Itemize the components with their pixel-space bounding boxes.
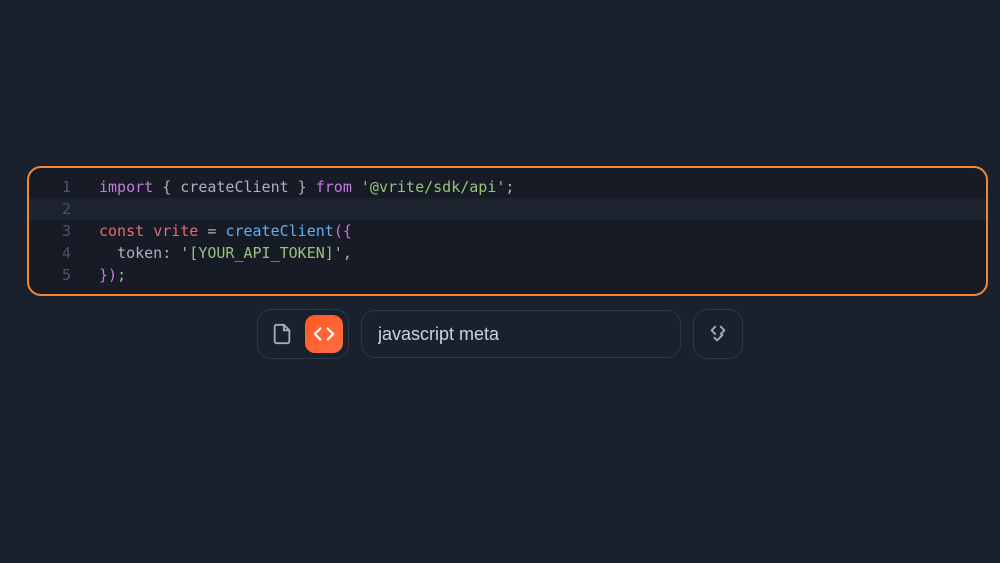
code-check-icon <box>707 323 729 345</box>
language-input[interactable] <box>370 318 672 351</box>
line-number: 1 <box>29 176 99 198</box>
line-number: 2 <box>29 198 99 220</box>
line-text[interactable]: import { createClient } from '@vrite/sdk… <box>99 176 986 198</box>
toolbar-format-group <box>693 309 743 359</box>
language-input-wrap <box>361 310 681 358</box>
line-text[interactable]: const vrite = createClient({ <box>99 220 986 242</box>
code-line[interactable]: 3const vrite = createClient({ <box>29 220 986 242</box>
toolbar-mode-group <box>257 309 349 359</box>
line-number: 3 <box>29 220 99 242</box>
code-line[interactable]: 4 token: '[YOUR_API_TOKEN]', <box>29 242 986 264</box>
editor-toolbar <box>0 309 1000 359</box>
line-text[interactable] <box>99 198 986 220</box>
line-text[interactable]: }); <box>99 264 986 286</box>
file-button[interactable] <box>263 315 301 353</box>
line-text[interactable]: token: '[YOUR_API_TOKEN]', <box>99 242 986 264</box>
code-line[interactable]: 2 <box>29 198 986 220</box>
code-content[interactable]: 1import { createClient } from '@vrite/sd… <box>29 168 986 294</box>
file-icon <box>271 323 293 345</box>
code-line[interactable]: 1import { createClient } from '@vrite/sd… <box>29 176 986 198</box>
code-line[interactable]: 5}); <box>29 264 986 286</box>
code-button[interactable] <box>305 315 343 353</box>
line-number: 4 <box>29 242 99 264</box>
code-block[interactable]: 1import { createClient } from '@vrite/sd… <box>27 166 988 296</box>
line-number: 5 <box>29 264 99 286</box>
code-icon <box>313 323 335 345</box>
format-button[interactable] <box>699 315 737 353</box>
